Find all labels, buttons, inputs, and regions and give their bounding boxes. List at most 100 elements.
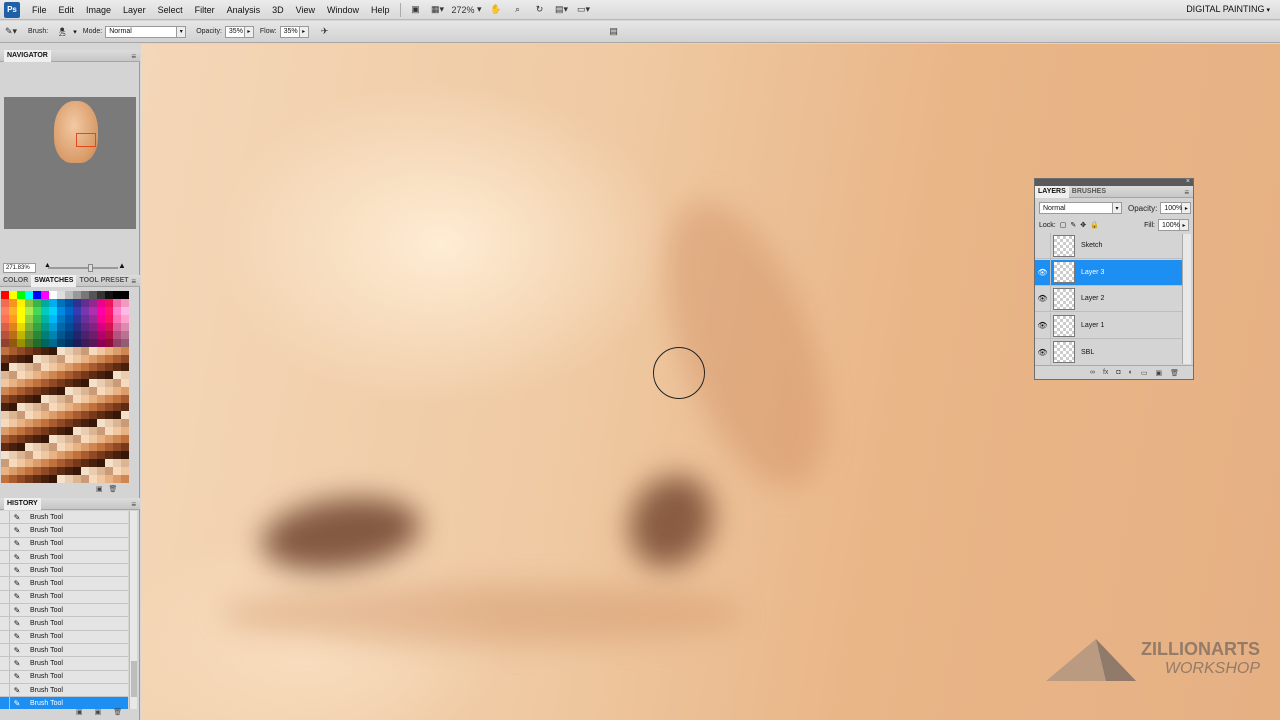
color-swatch[interactable] [73, 379, 81, 387]
color-swatch[interactable] [73, 299, 81, 307]
layer-opacity-arrow-icon[interactable]: ▸ [1182, 202, 1192, 214]
color-swatch[interactable] [57, 411, 65, 419]
color-swatch[interactable] [97, 451, 105, 459]
opacity-arrow-icon[interactable]: ▸ [244, 25, 254, 38]
history-source-checkbox[interactable] [0, 577, 10, 591]
menu-view[interactable]: View [290, 5, 321, 15]
color-swatch[interactable] [121, 403, 129, 411]
color-swatch[interactable] [49, 339, 57, 347]
color-swatch[interactable] [113, 379, 121, 387]
color-swatch[interactable] [105, 363, 113, 371]
color-swatch[interactable] [97, 411, 105, 419]
color-swatch[interactable] [65, 395, 73, 403]
color-swatch[interactable] [81, 459, 89, 467]
view-extras-icon[interactable]: ▦▾ [430, 3, 446, 17]
color-swatch[interactable] [97, 427, 105, 435]
history-item[interactable]: ✎ Brush Tool [0, 643, 128, 658]
color-swatch[interactable] [41, 395, 49, 403]
color-swatch[interactable] [25, 395, 33, 403]
color-swatch[interactable] [41, 435, 49, 443]
color-swatch[interactable] [121, 291, 129, 299]
color-swatch[interactable] [25, 315, 33, 323]
color-swatch[interactable] [33, 427, 41, 435]
color-swatch[interactable] [65, 379, 73, 387]
color-swatch[interactable] [49, 291, 57, 299]
color-swatch[interactable] [97, 371, 105, 379]
color-swatch[interactable] [105, 291, 113, 299]
visibility-eye-icon[interactable]: 👁 [1035, 339, 1051, 366]
layer-row[interactable]: 👁 Layer 3 [1035, 259, 1183, 286]
color-swatch[interactable] [57, 403, 65, 411]
color-swatch[interactable] [33, 315, 41, 323]
color-swatch[interactable] [81, 347, 89, 355]
color-swatch[interactable] [49, 435, 57, 443]
color-swatch[interactable] [49, 307, 57, 315]
color-swatch[interactable] [89, 467, 97, 475]
color-swatch[interactable] [9, 379, 17, 387]
color-swatch[interactable] [9, 395, 17, 403]
color-swatch[interactable] [57, 427, 65, 435]
color-swatch[interactable] [9, 467, 17, 475]
color-swatch[interactable] [57, 475, 65, 483]
color-swatch[interactable] [113, 355, 121, 363]
color-swatch[interactable] [17, 395, 25, 403]
color-swatch[interactable] [89, 347, 97, 355]
color-swatch[interactable] [9, 315, 17, 323]
history-source-checkbox[interactable] [0, 550, 10, 564]
brush-picker[interactable]: ● 25 [54, 24, 70, 39]
color-swatch[interactable] [33, 363, 41, 371]
color-swatch[interactable] [121, 387, 129, 395]
color-swatch[interactable] [57, 291, 65, 299]
color-swatch[interactable] [113, 443, 121, 451]
color-swatch[interactable] [25, 443, 33, 451]
history-source-checkbox[interactable] [0, 656, 10, 670]
color-swatch[interactable] [33, 371, 41, 379]
color-swatch[interactable] [97, 299, 105, 307]
color-swatch[interactable] [73, 419, 81, 427]
color-swatch[interactable] [81, 291, 89, 299]
layer-row[interactable]: Sketch [1035, 232, 1183, 259]
color-swatch[interactable] [57, 307, 65, 315]
color-swatch[interactable] [1, 411, 9, 419]
color-swatch[interactable] [73, 475, 81, 483]
color-swatch[interactable] [121, 459, 129, 467]
delete-layer-icon[interactable]: 🗑 [1170, 369, 1179, 377]
color-swatch[interactable] [25, 307, 33, 315]
color-swatch[interactable] [1, 419, 9, 427]
history-item[interactable]: ✎ Brush Tool [0, 537, 128, 551]
color-swatch[interactable] [41, 355, 49, 363]
color-swatch[interactable] [73, 291, 81, 299]
color-swatch[interactable] [49, 467, 57, 475]
color-swatch[interactable] [97, 307, 105, 315]
color-swatch[interactable] [9, 363, 17, 371]
color-swatch[interactable] [121, 355, 129, 363]
color-swatch[interactable] [41, 419, 49, 427]
color-swatch[interactable] [113, 467, 121, 475]
panel-menu-icon[interactable]: ≡ [131, 277, 136, 286]
color-swatch[interactable] [25, 323, 33, 331]
color-swatch[interactable] [113, 419, 121, 427]
history-source-checkbox[interactable] [0, 590, 10, 604]
menu-layer[interactable]: Layer [117, 5, 152, 15]
color-swatch[interactable] [121, 443, 129, 451]
history-source-checkbox[interactable] [0, 563, 10, 577]
color-swatch[interactable] [121, 435, 129, 443]
document-canvas[interactable]: ZILLIONARTS WORKSHOP [141, 44, 1280, 720]
color-swatch[interactable] [9, 347, 17, 355]
color-swatch[interactable] [97, 339, 105, 347]
color-swatch[interactable] [121, 323, 129, 331]
layer-row[interactable]: 👁 SBL [1035, 339, 1183, 366]
color-swatch[interactable] [49, 331, 57, 339]
color-swatch[interactable] [73, 307, 81, 315]
color-swatch[interactable] [41, 291, 49, 299]
color-swatch[interactable] [97, 419, 105, 427]
color-swatch[interactable] [113, 451, 121, 459]
color-swatch[interactable] [1, 459, 9, 467]
color-swatch[interactable] [97, 347, 105, 355]
color-swatch[interactable] [9, 411, 17, 419]
color-swatch[interactable] [49, 459, 57, 467]
layer-mask-icon[interactable]: ◘ [1116, 369, 1120, 376]
color-swatch[interactable] [113, 339, 121, 347]
color-swatch[interactable] [105, 427, 113, 435]
color-swatch[interactable] [89, 387, 97, 395]
